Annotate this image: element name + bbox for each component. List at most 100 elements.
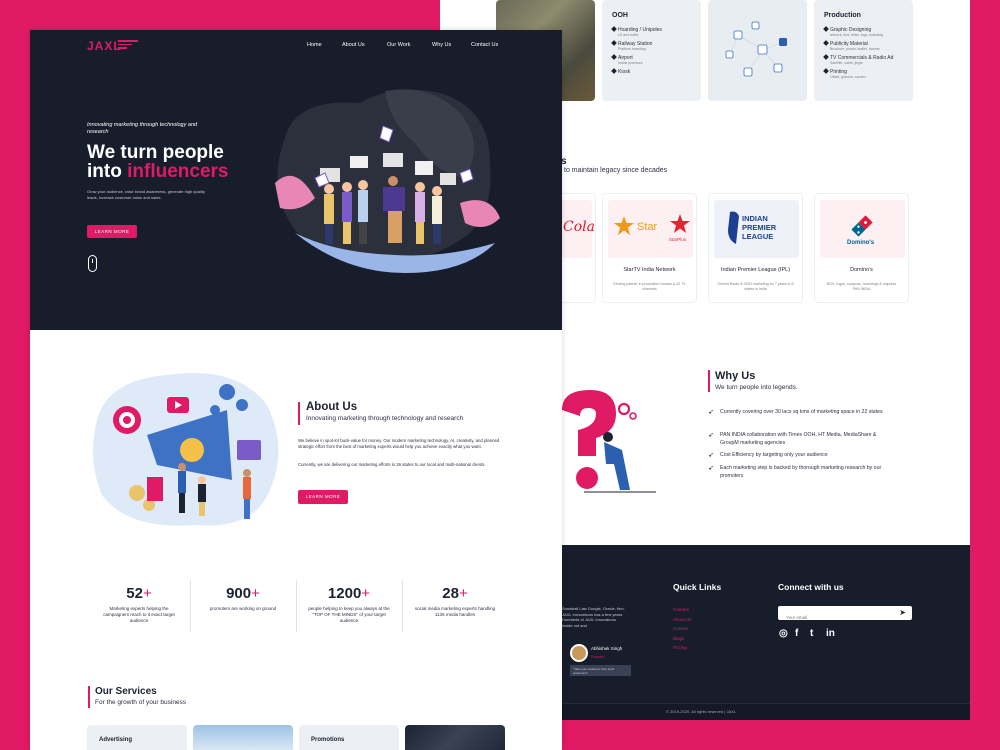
nav-why-us[interactable]: Why Us [432,42,451,48]
footer-bottom-bar: © 2019-2020. All rights reserved | JAXL [562,703,970,720]
instagram-icon[interactable]: ◎ [779,628,788,639]
social-media-image [708,0,807,101]
list-item: Kiosk [611,68,691,75]
rocket-icon: ➶ [708,432,714,439]
why-us-item: ➶ PAN INDIA collaboration with Times OOH,… [708,432,877,446]
hero-section: JAXL Home About Us Our Work Why Us Conta… [30,30,562,330]
send-icon[interactable]: ➤ [899,608,906,617]
footer-quote: "Take your audience from loyal customers… [570,665,631,676]
client-logo: INDIAN PREMIER LEAGUE [714,200,799,258]
footer-link-contact[interactable]: Contact [673,626,689,631]
why-us-subtitle: We turn people into legends. [715,384,798,391]
services-accent-bar [88,686,90,708]
starplus-logo-text: StarPlus [669,237,687,242]
client-name: StarTV India Network [623,267,676,273]
client-card-ipl[interactable]: INDIAN PREMIER LEAGUE Indian Premier Lea… [708,193,803,303]
service-card-advertising[interactable]: Advertising [87,725,187,750]
stat-item: 1200+ people helping to keep you always … [308,585,390,623]
about-paragraph: Currently, we are delivering our marketi… [298,462,486,467]
stat-item: 28+ social media marketing experts handl… [414,585,496,617]
logo[interactable]: JAXL [87,39,122,53]
rocket-icon: ➶ [708,465,714,472]
card-title: Production [824,12,861,19]
item-sub: Inside premises [618,61,643,65]
client-desc: Served Radio & OOH marketing for 7 years… [717,282,794,291]
pin-icon [823,40,829,46]
client-card-startv[interactable]: Star StarPlus StarTV India Network Servi… [602,193,697,303]
client-logo: Domino's [820,200,905,258]
item-sub: Brochure, poster, leaflet, banner [830,47,880,51]
about-accent-bar [298,402,300,425]
why-us-accent-bar [708,370,710,392]
copyright: © 2019-2020. All rights reserved | JAXL [666,709,737,714]
footer-author-name: Abhishek Singh [591,646,623,651]
stat-item: 52+ Marketing experts helping the campai… [103,585,175,623]
about-illustration [93,373,279,526]
pin-icon [611,54,617,60]
client-logo: Star StarPlus [608,200,693,258]
linkedin-icon[interactable]: in [826,628,835,639]
hero-learn-more-button[interactable]: LEARN MORE [87,225,137,238]
why-us-item: ➶ Currently covering over 30 lacs sq kms … [708,409,883,416]
hero-tagline: Innovating marketing through technology … [87,122,198,135]
avatar [570,644,588,662]
pin-icon [823,54,829,60]
service-card-production[interactable]: Production Graphic Designing artwork, fo… [814,0,913,101]
item-sub: LE and traffic [618,33,639,37]
twitter-icon[interactable]: t [810,628,813,639]
client-desc: BOX, logos, coupons, hoardings & unipole… [826,282,897,291]
ipl-logo-text: INDIAN PREMIER LEAGUE [742,214,777,241]
pin-icon [823,68,829,74]
footer-about-text: Snowball Law Google, Oracle, firm. JAXL … [562,606,625,628]
service-card-promotions[interactable]: Promotions [299,725,399,750]
nav-home[interactable]: Home [307,42,322,48]
rocket-icon: ➶ [708,409,714,416]
item-sub: Platform branding [618,47,646,51]
item-sub: artwork, font, letter, logo, branding [830,33,883,37]
logo-lines-icon [118,40,138,51]
facebook-icon[interactable]: f [795,628,798,639]
footer [562,545,970,720]
client-card-dominos[interactable]: Domino's Domino's BOX, logos, coupons, h… [814,193,909,303]
stat-item: 900+ promoters are working on ground [209,585,277,611]
about-subtitle: Innovating marketing through technology … [306,415,464,422]
footer-link-about[interactable]: About Us [673,617,692,622]
about-paragraph: We believe in spot-lot buck-value for mo… [298,438,500,449]
pin-icon [823,26,829,32]
client-name: Domino's [850,267,873,273]
front-page: JAXL Home About Us Our Work Why Us Conta… [30,30,562,750]
service-image [193,725,293,750]
item-sub: Satellite, cable, jingle [830,61,863,65]
pin-icon [611,40,617,46]
clients-subtitle-fragment: to maintain legacy since decades [564,167,668,174]
cola-logo-text: Cola [563,219,595,235]
service-image [405,725,505,750]
about-title: About Us [306,401,358,413]
services-subtitle: For the growth of your business [95,699,187,706]
footer-link-careers[interactable]: Careers [673,607,689,612]
why-us-item: ➶ Cost Efficiency by targeting only your … [708,452,828,459]
nav-our-work[interactable]: Our Work [387,42,410,48]
item-sub: Offset, gravure, screen [830,75,866,79]
card-title: OOH [612,12,628,19]
footer-link-pricing[interactable]: Pricing [673,645,687,650]
hero-crowd-illustration [275,89,500,273]
why-us-item: ➶ Each marketing step is backed by thorou… [708,465,882,479]
star-logo-text: Star [637,221,658,233]
nav-contact-us[interactable]: Contact Us [471,42,498,48]
about-learn-more-button[interactable]: LEARN MORE [298,490,348,504]
service-card-ooh[interactable]: OOH Hoarding / Unipoles LE and traffic R… [602,0,701,101]
connect-title: Connect with us [778,582,844,592]
rocket-icon: ➶ [708,452,714,459]
footer-link-blogs[interactable]: Blogs [673,636,684,641]
pin-icon [611,26,617,32]
nav-about-us[interactable]: About Us [342,42,365,48]
why-us-title: Why Us [715,370,756,382]
hero-description: Grow your audience, raise brand awarenes… [87,189,205,200]
scroll-mouse-icon[interactable] [88,255,97,272]
why-us-illustration [562,390,656,493]
hero-title: We turn people into influencers [87,142,229,182]
footer-author-role: Founder [591,655,605,659]
email-field[interactable] [778,610,888,625]
client-desc: Serving partner in production houses & 4… [613,282,686,291]
